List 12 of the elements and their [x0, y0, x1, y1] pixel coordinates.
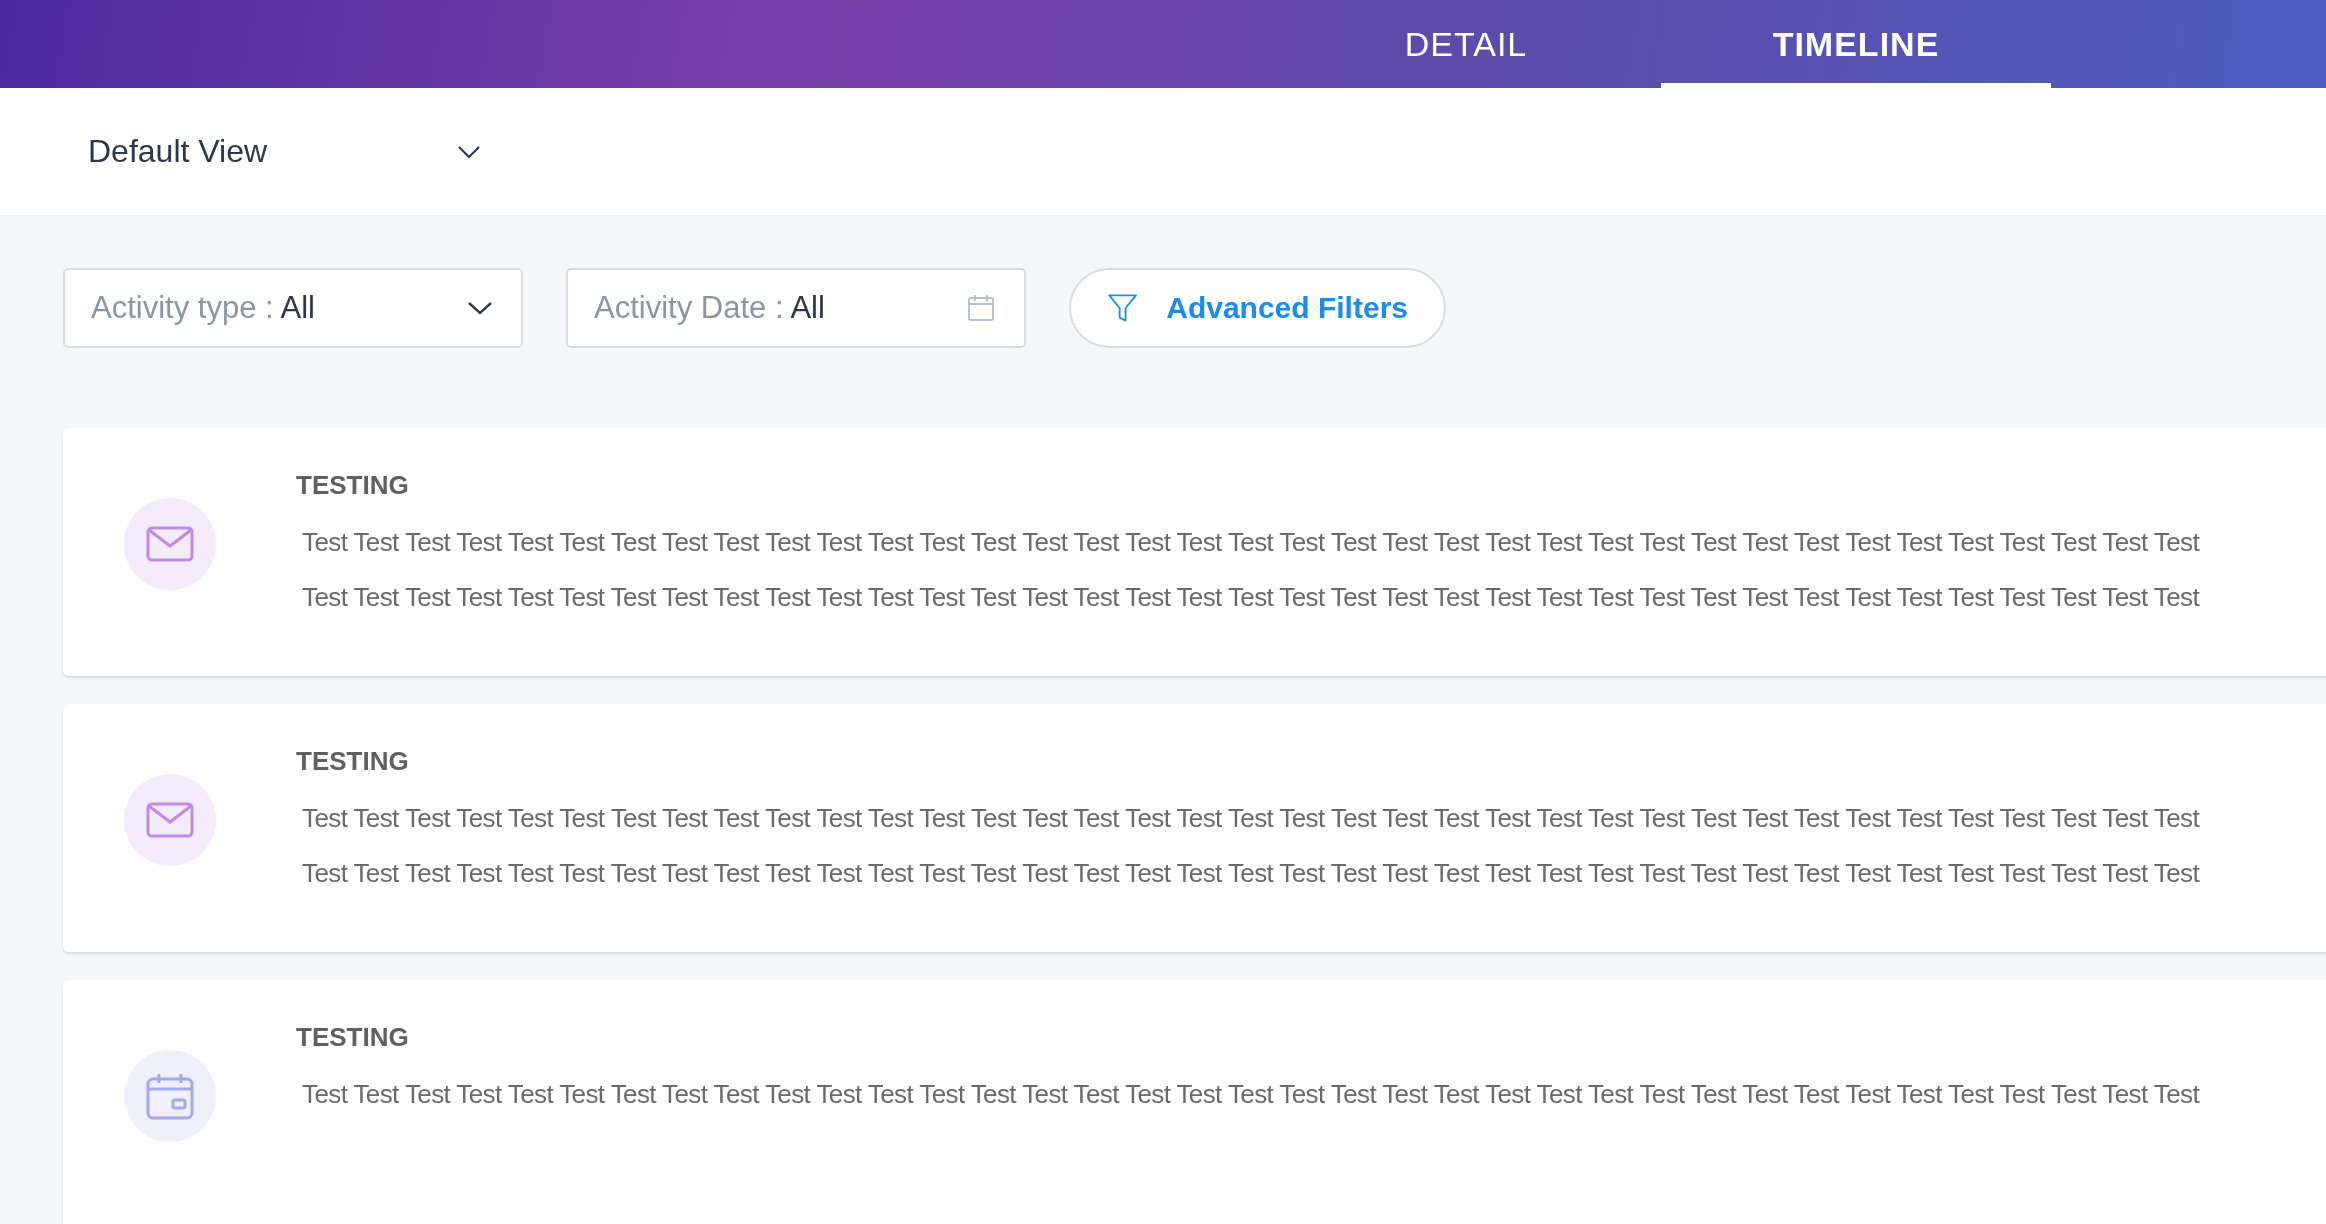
activity-description: Test Test Test Test Test Test Test Test Test Test Test Test Test Test Test Test Test Test Test Test Test Test Test Test Test Test Test Test Test Test Test Test Test Test Test Test Test: [301, 1078, 2200, 1111]
activity-description: Test Test Test Test Test Test Test Test Test Test Test Test Test Test Test Test Test Test Test Test Test Test Test Test Test Test Test Test Test Test Test Test Test Test Test Test Test: [301, 581, 2200, 614]
activity-description: Test Test Test Test Test Test Test Test Test Test Test Test Test Test Test Test Test Test Test Test Test Test Test Test Test Test Test Test Test Test Test Test Test Test Test Test Test: [301, 857, 2200, 890]
activity-title: TESTING: [296, 1022, 410, 1053]
activity-title: TESTING: [296, 746, 410, 777]
activity-description: Test Test Test Test Test Test Test Test Test Test Test Test Test Test Test Test Test Test Test Test Test Test Test Test Test Test Test Test Test Test Test Test Test Test Test Test Test: [301, 526, 2200, 559]
activity-description: Test Test Test Test Test Test Test Test Test Test Test Test Test Test Test Test Test Test Test Test Test Test Test Test Test Test Test Test Test Test Test Test Test Test Test Test Test: [301, 802, 2200, 835]
filter-field[interactable]: Activity type : All: [63, 268, 523, 348]
activity-title: TESTING: [296, 470, 410, 501]
filter-field[interactable]: Activity Date : All: [566, 268, 1026, 348]
view-dropdown[interactable]: Default View: [88, 133, 482, 170]
tab[interactable]: DETAIL: [1271, 0, 1661, 88]
